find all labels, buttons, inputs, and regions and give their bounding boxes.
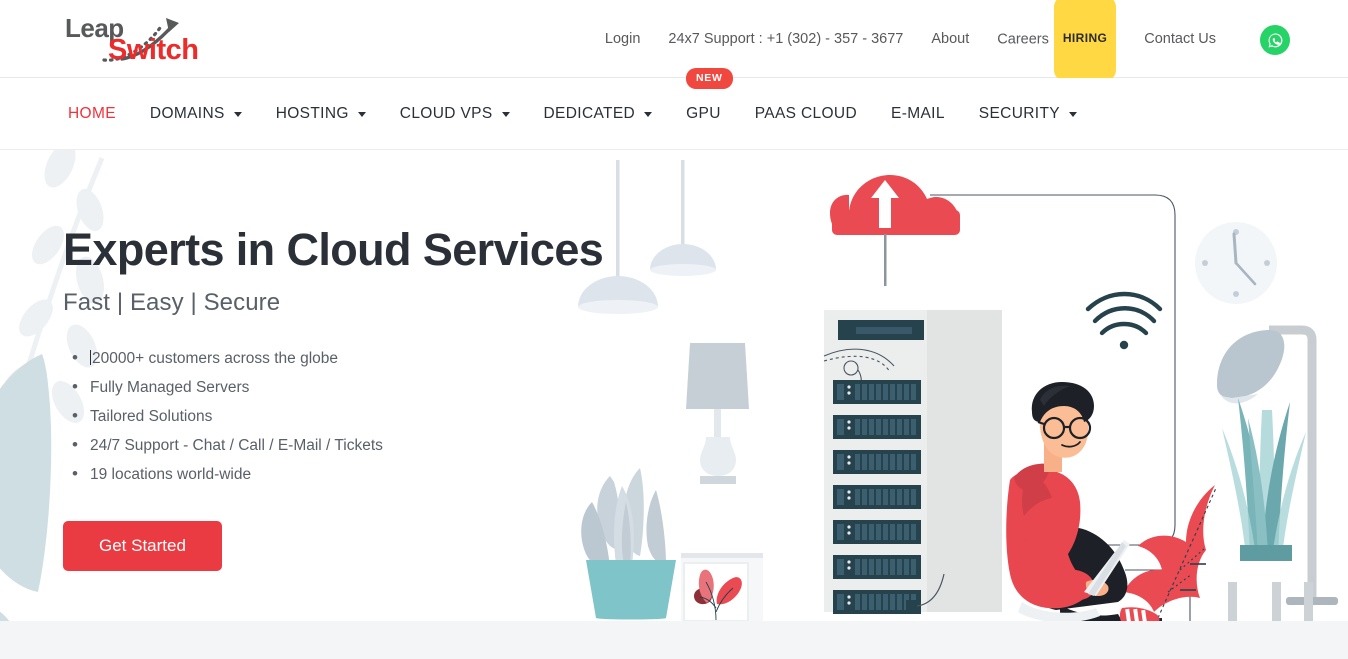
nav-item-domains[interactable]: DOMAINS: [150, 105, 242, 123]
top-links: Login 24x7 Support : +1 (302) - 357 - 36…: [591, 0, 1230, 78]
hero-section: Experts in Cloud Services Fast | Easy | …: [0, 150, 1348, 621]
nav-label-gpu: GPU: [686, 105, 721, 123]
table-lamp: [686, 343, 749, 484]
page-title: Experts in Cloud Services: [63, 226, 603, 273]
grass-plant: [1222, 398, 1306, 561]
nav-label-paas-cloud: PAAS CLOUD: [755, 105, 857, 123]
list-item: Tailored Solutions: [63, 402, 603, 431]
hero-subtitle: Fast | Easy | Secure: [63, 289, 603, 317]
list-item: 19 locations world-wide: [63, 460, 603, 489]
careers-label: Careers: [997, 31, 1049, 47]
nav-label-e-mail: E-MAIL: [891, 105, 945, 123]
top-utility-bar: Leap Switch Login 24x7 Support : +1 (302…: [0, 0, 1348, 78]
chevron-down-icon: [502, 112, 510, 117]
list-item: 24/7 Support - Chat / Call / E-Mail / Ti…: [63, 431, 603, 460]
page-bottom-strip: [0, 621, 1348, 659]
wall-clock: [1195, 222, 1277, 304]
new-badge-gpu: NEW: [686, 68, 733, 89]
topbar-link-support-phone[interactable]: 24x7 Support : +1 (302) - 357 - 3677: [654, 0, 917, 78]
nav-item-home[interactable]: HOME: [68, 105, 116, 123]
text-cursor-artifact: [90, 350, 91, 365]
main-navigation: HOME DOMAINS HOSTING CLOUD VPS DEDICATED…: [0, 78, 1348, 150]
list-item-text: 20000+ customers across the globe: [92, 350, 338, 367]
chevron-down-icon: [1069, 112, 1077, 117]
nav-label-home: HOME: [68, 105, 116, 123]
nav-item-gpu[interactable]: GPU: [686, 105, 721, 123]
nav-item-cloud-vps[interactable]: CLOUD VPS: [400, 105, 510, 123]
nav-label-dedicated: DEDICATED: [544, 105, 636, 123]
nav-item-dedicated[interactable]: DEDICATED: [544, 105, 653, 123]
topbar-link-contact-us[interactable]: Contact Us: [1130, 0, 1230, 78]
upload-cloud-icon: [830, 175, 960, 286]
site-logo[interactable]: Leap Switch: [62, 12, 212, 64]
wifi-dot: [1120, 341, 1128, 349]
topbar-link-careers[interactable]: Careers HIRING: [983, 0, 1130, 82]
topbar-link-login[interactable]: Login: [591, 0, 654, 78]
nav-label-cloud-vps: CLOUD VPS: [400, 105, 493, 123]
logo-text-switch: Switch: [108, 34, 198, 67]
topbar-link-about[interactable]: About: [917, 0, 983, 78]
chevron-down-icon: [234, 112, 242, 117]
hiring-badge: HIRING: [1054, 0, 1116, 81]
list-item: 20000+ customers across the globe: [63, 344, 603, 373]
get-started-button[interactable]: Get Started: [63, 521, 222, 571]
hero-feature-list: 20000+ customers across the globe Fully …: [63, 344, 603, 489]
nav-item-hosting[interactable]: HOSTING: [276, 105, 366, 123]
server-rack: [824, 310, 1002, 614]
hero-copy: Experts in Cloud Services Fast | Easy | …: [63, 226, 603, 571]
chevron-down-icon: [644, 112, 652, 117]
whatsapp-glyph: [1266, 31, 1285, 50]
pendant-lamp-right: [650, 160, 716, 276]
nav-item-paas-cloud[interactable]: PAAS CLOUD: [755, 105, 857, 123]
nav-item-e-mail[interactable]: E-MAIL: [891, 105, 945, 123]
nav-label-domains: DOMAINS: [150, 105, 225, 123]
server-bays: [833, 380, 921, 614]
nav-label-security: SECURITY: [979, 105, 1060, 123]
nav-item-security[interactable]: SECURITY: [979, 105, 1077, 123]
red-leaf-plant: [1124, 485, 1216, 618]
list-item: Fully Managed Servers: [63, 373, 603, 402]
nav-label-hosting: HOSTING: [276, 105, 349, 123]
framed-picture: [684, 563, 748, 621]
wifi-icon: [1088, 294, 1160, 333]
page-root: Leap Switch Login 24x7 Support : +1 (302…: [0, 0, 1348, 659]
chevron-down-icon: [358, 112, 366, 117]
whatsapp-icon[interactable]: [1260, 25, 1290, 55]
